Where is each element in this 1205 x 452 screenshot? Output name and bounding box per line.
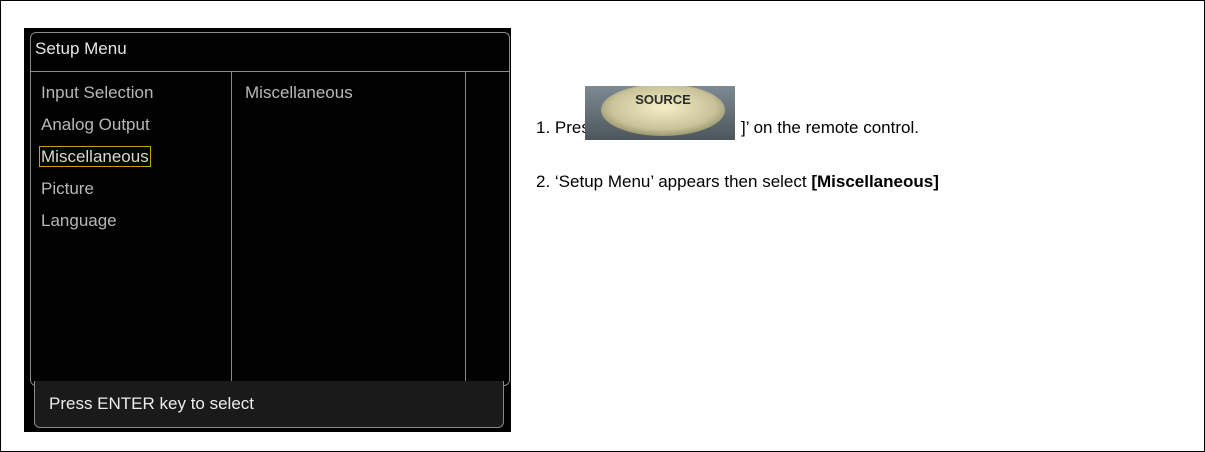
submenu-title: Miscellaneous [245,83,353,102]
menu-item-analog-output[interactable]: Analog Output [41,115,153,147]
menu-item-miscellaneous[interactable]: Miscellaneous [39,146,153,179]
menu-item-picture[interactable]: Picture [41,179,153,211]
step-2-prefix: 2. ‘Setup Menu’ appears then select [536,172,812,191]
menu-column-divider [231,71,232,385]
tv-screen: Setup Menu Input Selection Analog Output… [24,28,511,432]
menu-column-divider-right [465,71,466,385]
menu-item-language[interactable]: Language [41,211,153,243]
menu-divider [31,71,509,72]
menu-selection-highlight: Miscellaneous [39,146,151,167]
menu-item-input-selection[interactable]: Input Selection [41,83,153,115]
setup-menu-panel: Setup Menu Input Selection Analog Output… [30,32,510,386]
source-button-label: SOURCE [635,92,691,107]
step-2-highlight: [Miscellaneous] [811,172,939,191]
status-text: Press ENTER key to select [49,394,255,413]
step-1-suffix: ]’ on the remote control. [741,118,919,137]
status-bar: Press ENTER key to select [34,381,504,428]
source-button-icon: SOURCE [585,86,735,140]
step-2: 2. ‘Setup Menu’ appears then select [Mis… [536,172,939,192]
menu-item-list: Input Selection Analog Output Miscellane… [39,83,153,243]
menu-title: Setup Menu [35,39,127,58]
